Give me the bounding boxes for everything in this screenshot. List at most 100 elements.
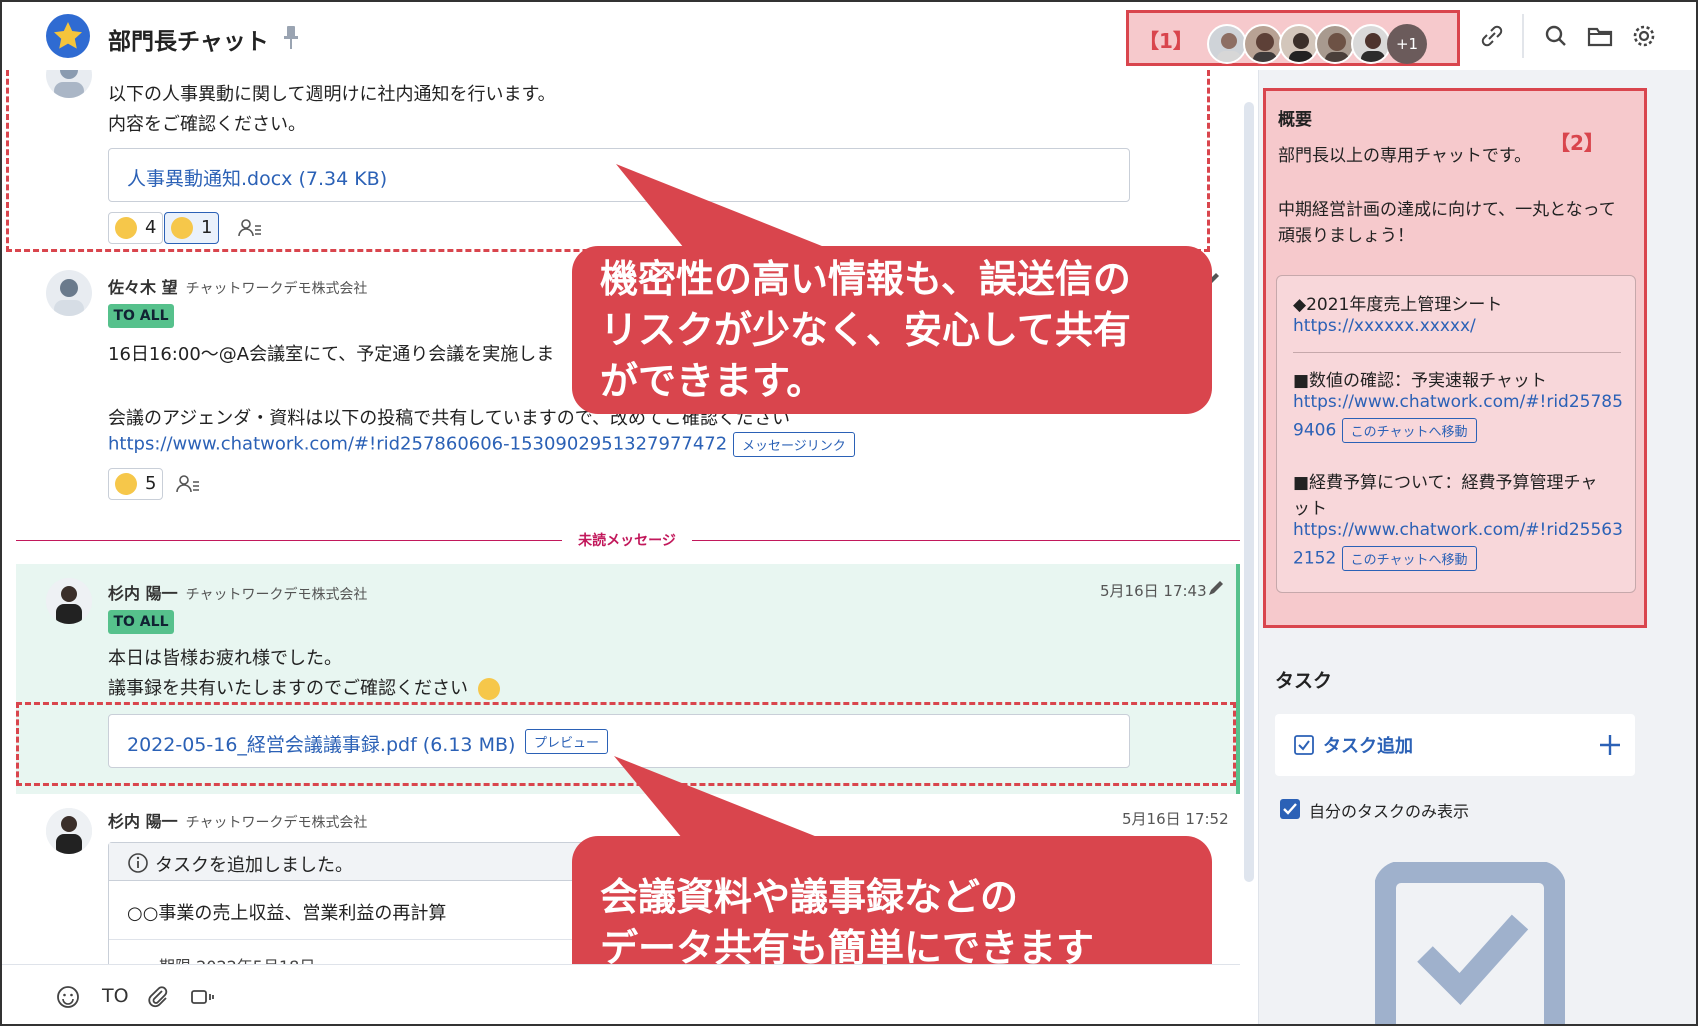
member-avatar[interactable]	[1207, 24, 1247, 64]
video-call-icon[interactable]	[190, 986, 216, 1008]
info-icon	[128, 853, 148, 873]
task-panel: タスク タスク追加 自分のタスクのみ表示	[1259, 644, 1696, 1024]
paperclip-icon[interactable]	[146, 985, 170, 1009]
summary-link[interactable]: 9406	[1293, 421, 1336, 441]
summary-item-title: ット	[1293, 499, 1327, 519]
summary-item-title: ◆2021年度売上管理シート	[1293, 295, 1503, 315]
timeline-scrollbar[interactable]	[1244, 102, 1254, 882]
summary-link[interactable]: https://www.chatwork.com/#!rid25563	[1293, 520, 1623, 540]
edit-icon[interactable]	[1206, 578, 1226, 598]
sender-name-text: 杉内 陽一	[108, 584, 178, 603]
message-text: 議事録を共有いたしますのでご確認ください	[108, 678, 468, 699]
summary-text: 頑張りましょう！	[1278, 226, 1414, 246]
summary-links-card: ◆2021年度売上管理シート https://xxxxxx.xxxxx/ ■数値…	[1276, 275, 1636, 593]
message-text-row: 議事録を共有いたしますのでご確認ください	[108, 674, 500, 700]
person-icon	[46, 578, 92, 624]
message-timestamp: 5月16日 17:52	[1122, 810, 1229, 828]
summary-link[interactable]: 2152	[1293, 549, 1336, 569]
room-title: 部門長チャット	[108, 29, 269, 55]
search-icon[interactable]	[1542, 22, 1570, 50]
member-avatar[interactable]	[1279, 24, 1319, 64]
sender-org: チャットワークデモ株式会社	[185, 587, 368, 603]
link-icon[interactable]	[1478, 22, 1506, 50]
folder-icon[interactable]	[1586, 22, 1614, 50]
message-link-button[interactable]: メッセージリンク	[732, 432, 855, 457]
person-icon	[54, 279, 84, 316]
person-icon	[1217, 33, 1241, 62]
message-text: 本日は皆様お疲れ様でした。	[108, 648, 342, 669]
sender-avatar[interactable]	[46, 578, 92, 624]
callout-security: 機密性の高い情報も、誤送信の リスクが少なく、安心して共有 ができます。	[572, 246, 1212, 414]
to-all-badge: TO ALL	[108, 304, 174, 328]
task-card-title: タスクを追加しました。	[155, 855, 353, 876]
add-task-label: タスク追加	[1323, 736, 1413, 757]
read-status-icon[interactable]	[172, 468, 204, 500]
reaction-button[interactable]: 5	[108, 468, 164, 500]
person-icon	[46, 808, 92, 854]
summary-divider	[1293, 352, 1621, 353]
chat-app: 部門長チャット 【1】 +1 以下の人事異動に関して週明けに社内通知を行います。…	[0, 0, 1698, 1026]
more-members-badge[interactable]: +1	[1387, 24, 1427, 64]
to-all-badge: TO ALL	[108, 610, 174, 634]
message-text: 16日16:00〜@A会議室にて、予定通り会議を実施しま	[108, 344, 555, 365]
bow-emoji-icon	[477, 678, 500, 700]
member-avatar[interactable]	[1243, 24, 1283, 64]
sender-name: 杉内 陽一 チャットワークデモ株式会社	[108, 580, 367, 604]
pin-icon[interactable]	[284, 24, 298, 50]
room-header: 部門長チャット 【1】 +1	[2, 2, 1696, 70]
summary-item-title: ■数値の確認：予実速報チャット	[1293, 371, 1547, 391]
person-icon	[1325, 33, 1349, 62]
summary-heading: 概要	[1278, 110, 1312, 130]
goto-chat-button[interactable]: このチャットへ移動	[1341, 546, 1477, 571]
bow-emoji-icon	[115, 473, 137, 495]
unread-marker	[1236, 564, 1240, 794]
member-avatar[interactable]	[1315, 24, 1355, 64]
sender-name-text: 杉内 陽一	[108, 812, 178, 831]
plus-icon[interactable]	[1597, 732, 1623, 758]
summary-link[interactable]: https://xxxxxx.xxxxx/	[1293, 316, 1476, 336]
summary-link[interactable]: https://www.chatwork.com/#!rid25785	[1293, 392, 1623, 412]
room-icon[interactable]	[46, 14, 90, 58]
room-sidebar: 概要 【2】 部門長以上の専用チャットです。 中期経営計画の達成に向けて、一丸と…	[1258, 70, 1696, 1024]
member-list[interactable]: 【1】 +1	[1126, 10, 1460, 66]
emoji-icon[interactable]	[56, 985, 80, 1009]
gear-icon[interactable]	[1630, 22, 1658, 50]
tasks-heading: タスク	[1275, 670, 1333, 692]
goto-chat-button[interactable]: このチャットへ移動	[1341, 418, 1477, 443]
composer-toolbar: TO	[2, 964, 1240, 1024]
summary-link-row: 2152 このチャットへ移動	[1293, 546, 1477, 571]
callout-security-text: 機密性の高い情報も、誤送信の リスクが少なく、安心して共有 ができます。	[600, 257, 1131, 403]
sender-avatar[interactable]	[46, 270, 92, 316]
sender-name: 杉内 陽一 チャットワークデモ株式会社	[108, 808, 367, 832]
add-task-button[interactable]: タスク追加	[1275, 714, 1635, 776]
summary-item-title: ■経費予算について：経費予算管理チャ	[1293, 473, 1598, 493]
task-due-date: 期限 2022年5月18日	[159, 953, 315, 964]
sender-avatar[interactable]	[46, 808, 92, 854]
message-timestamp: 5月16日 17:43	[1100, 582, 1207, 600]
checkbox-icon	[1294, 735, 1314, 755]
star-icon	[54, 22, 82, 49]
to-button[interactable]: TO	[102, 985, 129, 1007]
room-summary: 概要 【2】 部門長以上の専用チャットです。 中期経営計画の達成に向けて、一丸と…	[1263, 88, 1647, 628]
own-tasks-label: 自分のタスクのみ表示	[1309, 802, 1470, 821]
summary-link-row: 9406 このチャットへ移動	[1293, 418, 1477, 443]
sender-name: 佐々木 望チャットワークデモ株式会社	[108, 274, 367, 298]
task-description: ○○事業の売上収益、営業利益の再計算	[127, 903, 447, 924]
message-link-row: https://www.chatwork.com/#!rid257860606-…	[108, 432, 855, 457]
unread-label: 未読メッセージ	[562, 530, 692, 552]
own-tasks-checkbox[interactable]	[1279, 798, 1301, 820]
person-icon	[1253, 33, 1277, 62]
summary-text: 部門長以上の専用チャットです。	[1278, 146, 1532, 166]
header-divider	[1522, 14, 1524, 58]
summary-text: 中期経営計画の達成に向けて、一丸となって	[1278, 200, 1616, 220]
annotation-label-2: 【2】	[1550, 131, 1604, 155]
sender-org: チャットワークデモ株式会社	[185, 281, 368, 297]
reaction-count: 5	[145, 473, 157, 494]
person-icon	[1361, 33, 1385, 62]
task-empty-illustration-icon	[1375, 862, 1565, 1024]
member-avatar[interactable]	[1351, 24, 1391, 64]
person-icon	[1289, 33, 1313, 62]
message-link[interactable]: https://www.chatwork.com/#!rid257860606-…	[108, 434, 727, 455]
sender-org: チャットワークデモ株式会社	[185, 815, 368, 831]
callout-file-sharing-text: 会議資料や議事録などの データ共有も簡単にできます	[600, 875, 1095, 970]
